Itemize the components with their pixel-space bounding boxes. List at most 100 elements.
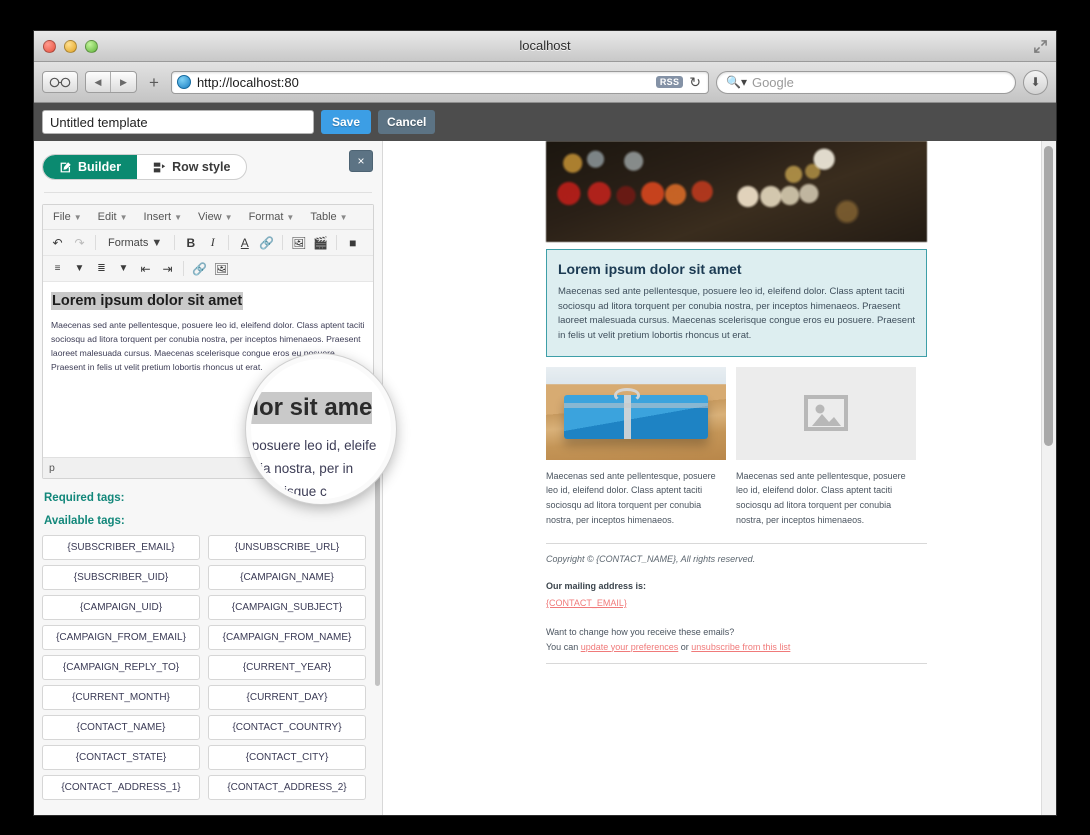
tag-chip[interactable]: {CAMPAIGN_FROM_EMAIL} [42,625,200,650]
tag-chip[interactable]: {SUBSCRIBER_UID} [42,565,200,590]
builder-tabset: Builder Row style [42,154,247,180]
tag-chip[interactable]: {CONTACT_STATE} [42,745,200,770]
link-icon[interactable]: 🔗 [190,259,209,278]
tag-chip[interactable]: {CAMPAIGN_SUBJECT} [208,595,366,620]
outdent-icon[interactable]: ⇤ [136,259,155,278]
tag-chip[interactable]: {CAMPAIGN_FROM_NAME} [208,625,366,650]
menu-table[interactable]: Table▼ [303,209,354,225]
redo-icon[interactable]: ↷ [70,233,89,252]
magnifier-content: dolor sit ame sque, posuere leo id, elei… [251,359,391,499]
back-button[interactable]: ◀ [86,72,111,92]
menu-format-label: Format [249,211,284,223]
ribbon-horizontal [564,403,708,408]
tag-chip[interactable]: {CONTACT_CITY} [208,745,366,770]
chevron-down-icon[interactable]: ▼ [70,259,89,278]
tab-row-style-label: Row style [172,160,230,174]
menu-view[interactable]: View▼ [191,209,240,225]
builder-panel-scrollbar[interactable] [375,471,380,686]
toolbar-divider [282,235,283,250]
app-body: Builder Row style [34,141,1056,816]
magnified-heading: dolor sit ame [246,392,372,424]
editor-element-path: p [49,462,55,474]
tab-row-style[interactable]: Row style [137,155,246,179]
tag-chip[interactable]: {CURRENT_DAY} [208,685,366,710]
url-text: http://localhost:80 [197,75,650,90]
two-column-row: Maecenas sed ante pellentesque, posuere … [546,367,927,527]
gift-box-shape [564,395,708,440]
new-tab-button[interactable]: + [144,74,164,91]
tag-chip[interactable]: {CAMPAIGN_NAME} [208,565,366,590]
tag-chip[interactable]: {CURRENT_YEAR} [208,655,366,680]
forward-button[interactable]: ▶ [111,72,136,92]
hero-image[interactable] [546,141,927,242]
rss-badge[interactable]: RSS [656,76,683,88]
page-scrollbar-thumb[interactable] [1044,146,1053,446]
toolbar-divider [336,235,337,250]
magnified-paragraph: sque, posuere leo id, eleife r conubia n… [246,434,396,504]
italic-icon[interactable]: I [203,233,222,252]
magnified-line-2: r conubia nostra, per in [246,457,396,480]
app-header-bar: Untitled template Save Cancel [34,103,1056,141]
tag-chip[interactable]: {CURRENT_MONTH} [42,685,200,710]
preferences-question: Want to change how you receive these ema… [546,625,927,639]
ribbon-bow [614,388,640,402]
image-placeholder[interactable] [736,367,916,460]
media-icon[interactable]: 🎬 [311,233,330,252]
close-panel-button[interactable]: × [349,150,373,172]
reload-icon[interactable]: ↻ [689,74,703,91]
tag-chip[interactable]: {CAMPAIGN_UID} [42,595,200,620]
menu-format[interactable]: Format▼ [242,209,302,225]
tag-chip[interactable]: {CAMPAIGN_REPLY_TO} [42,655,200,680]
chevron-down-icon: ▼ [151,237,162,249]
address-bar[interactable]: http://localhost:80 RSS ↻ [171,71,709,94]
tag-chip[interactable]: {CONTACT_ADDRESS_2} [208,775,366,800]
text-color-icon[interactable]: A [235,233,254,252]
highlight-heading: Lorem ipsum dolor sit amet [558,261,915,277]
unlink-icon[interactable]: 🔗 [257,233,276,252]
search-input[interactable]: 🔍▾ Google [716,71,1016,94]
column-left: Maecenas sed ante pellentesque, posuere … [546,367,726,527]
undo-icon[interactable]: ↶ [48,233,67,252]
highlight-block[interactable]: Lorem ipsum dolor sit amet Maecenas sed … [546,249,927,357]
indent-icon[interactable]: ⇥ [158,259,177,278]
image-icon[interactable]: 🖼 [289,233,308,252]
layout-icon [153,161,166,174]
numbered-list-icon[interactable]: ≣ [92,259,111,278]
tab-builder[interactable]: Builder [43,155,137,179]
menu-edit[interactable]: Edit▼ [91,209,135,225]
fullscreen-icon[interactable] [1033,39,1048,54]
unsubscribe-link[interactable]: unsubscribe from this list [691,642,790,652]
tag-chip[interactable]: {CONTACT_NAME} [42,715,200,740]
menu-file[interactable]: File▼ [46,209,89,225]
mailing-address-label: Our mailing address is: [546,581,927,591]
menu-insert[interactable]: Insert▼ [137,209,189,225]
cancel-button[interactable]: Cancel [378,110,435,134]
contact-email-link[interactable]: {CONTACT_EMAIL} [546,598,627,608]
update-preferences-link[interactable]: update your preferences [581,642,679,652]
fullscreen-icon[interactable]: ■ [343,233,362,252]
tag-chip[interactable]: {CONTACT_COUNTRY} [208,715,366,740]
column-left-text: Maecenas sed ante pellentesque, posuere … [546,469,726,527]
column-right-text: Maecenas sed ante pellentesque, posuere … [736,469,916,527]
nav-buttons: ◀ ▶ [85,71,137,93]
template-name-input[interactable]: Untitled template [42,110,314,134]
reader-icon[interactable] [42,71,78,93]
formats-dropdown[interactable]: Formats ▼ [102,237,168,249]
save-button[interactable]: Save [321,110,371,134]
gift-box-image[interactable] [546,367,726,460]
browser-toolbar: ◀ ▶ + http://localhost:80 RSS ↻ 🔍▾ Googl… [34,62,1056,103]
bold-icon[interactable]: B [181,233,200,252]
magnified-line-1: sque, posuere leo id, eleife [246,434,396,457]
chevron-down-icon: ▼ [120,213,128,222]
formats-label: Formats [108,237,148,249]
tag-chip[interactable]: {CONTACT_ADDRESS_1} [42,775,200,800]
window-titlebar: localhost [34,31,1056,62]
bullet-list-icon[interactable]: ≡ [48,259,67,278]
downloads-icon[interactable]: ⬇ [1023,70,1048,95]
chevron-down-icon[interactable]: ▼ [114,259,133,278]
toolbar-divider [183,261,184,276]
insert-image-icon[interactable]: 🖼 [212,259,231,278]
menu-view-label: View [198,211,222,223]
tag-chip[interactable]: {UNSUBSCRIBE_URL} [208,535,366,560]
tag-chip[interactable]: {SUBSCRIBER_EMAIL} [42,535,200,560]
